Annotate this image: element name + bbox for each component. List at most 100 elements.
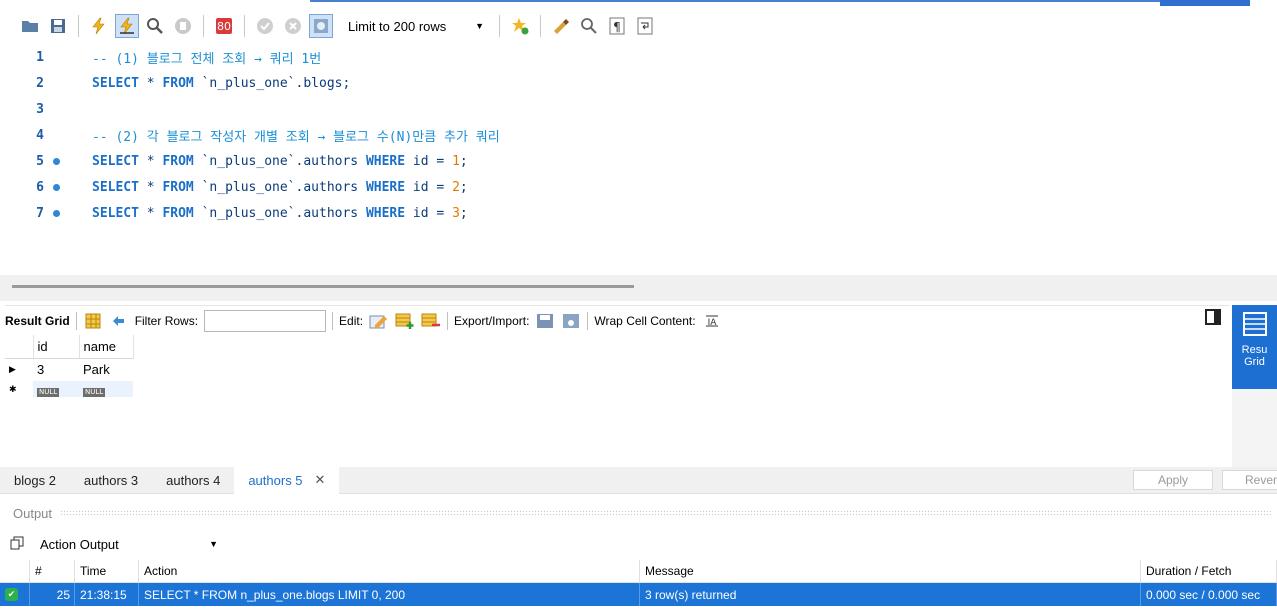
open-folder-icon[interactable] <box>18 14 42 38</box>
result-grid-label[interactable]: Result Grid <box>5 314 70 328</box>
code-comment: -- (2) 각 블로그 작성자 개별 조회 → 블로그 수(N)만큼 추가 쿼… <box>92 129 500 145</box>
code-statement: SELECT * FROM `n_plus_one`.authors WHERE… <box>66 206 468 221</box>
result-grid[interactable]: id name ▶ 3 Park ✱ NULL NULL <box>5 335 134 397</box>
drag-handle[interactable] <box>60 510 1271 516</box>
delete-row-icon[interactable] <box>421 311 441 331</box>
invisible-chars-icon[interactable]: ¶ <box>605 14 629 38</box>
tab-authors-5[interactable]: authors 5 ✕ <box>234 466 340 494</box>
table-row[interactable]: ▶ 3 Park <box>5 358 133 381</box>
toggle-error-icon[interactable]: 80 <box>212 14 236 38</box>
code-text: * <box>138 179 163 195</box>
column-header-id[interactable]: id <box>33 335 80 359</box>
new-row[interactable]: ✱ NULL NULL <box>5 381 133 397</box>
output-table-header: # Time Action Message Duration / Fetch <box>0 560 1277 583</box>
keyword-select: SELECT <box>92 153 139 169</box>
side-panel-scroll[interactable] <box>1232 389 1277 469</box>
output-type-value: Action Output <box>40 536 119 552</box>
keyword-select: SELECT <box>92 205 139 221</box>
cell-id[interactable]: 3 <box>33 358 79 381</box>
scrollbar-thumb[interactable] <box>12 285 634 288</box>
close-icon[interactable]: ✕ <box>315 472 326 488</box>
result-toolbar: Result Grid Filter Rows: Edit: Export/Im… <box>5 305 1230 335</box>
output-row-number: 25 <box>30 583 75 606</box>
cell-name[interactable]: Park <box>79 358 133 381</box>
code-text: ; <box>459 205 468 221</box>
line-number: 7 <box>36 205 44 221</box>
column-header-action: Action <box>139 560 640 583</box>
tab-blogs-2[interactable]: blogs 2 <box>0 467 70 494</box>
keyword-from: FROM <box>162 205 194 221</box>
line-number: 3 <box>36 101 44 117</box>
export-icon[interactable] <box>535 311 555 331</box>
new-row-asterisk-icon: ✱ <box>5 381 33 397</box>
window-top-strip <box>0 0 1277 8</box>
beautify-icon[interactable] <box>549 14 573 38</box>
limit-rows-select[interactable]: Limit to 200 rows ▼ <box>341 15 491 37</box>
wrap-icon[interactable] <box>633 14 657 38</box>
filter-rows-input[interactable] <box>204 309 327 332</box>
toolbar-separator <box>332 311 334 330</box>
editor-horizontal-scrollbar[interactable] <box>0 275 1277 301</box>
code-text: * <box>138 75 163 91</box>
tab-authors-4[interactable]: authors 4 <box>152 467 234 494</box>
svg-text:IA: IA <box>707 318 717 328</box>
side-panel-result-grid[interactable]: Resu Grid <box>1232 305 1277 389</box>
toolbar-separator <box>587 311 589 330</box>
revert-button[interactable]: Rever <box>1222 470 1277 490</box>
code-text: id = <box>405 153 453 169</box>
output-selector-bar: Action Output ▼ <box>10 532 222 556</box>
top-accent-block <box>1160 0 1250 6</box>
code-text: `n_plus_one`.authors <box>193 179 366 195</box>
code-number: 1 <box>452 153 460 169</box>
edit-row-icon[interactable] <box>369 311 389 331</box>
execute-icon[interactable] <box>87 14 111 38</box>
refresh-icon[interactable] <box>109 311 129 331</box>
commit-icon[interactable] <box>253 14 277 38</box>
toolbar-separator <box>244 15 245 37</box>
null-badge: NULL <box>37 387 60 397</box>
output-row[interactable]: ✔ 25 21:38:15 SELECT * FROM n_plus_one.b… <box>0 583 1277 606</box>
editor-line: 5 SELECT * FROM `n_plus_one`.authors WHE… <box>0 148 1277 174</box>
row-header-cell <box>5 335 34 359</box>
rollback-icon[interactable] <box>281 14 305 38</box>
action-output-table: # Time Action Message Duration / Fetch ✔… <box>0 560 1277 606</box>
copy-icon[interactable] <box>10 536 24 553</box>
stop-icon[interactable] <box>171 14 195 38</box>
column-header-name[interactable]: name <box>79 335 134 359</box>
editor-line: 6 SELECT * FROM `n_plus_one`.authors WHE… <box>0 174 1277 200</box>
tab-authors-3[interactable]: authors 3 <box>70 467 152 494</box>
find-icon[interactable] <box>577 14 601 38</box>
output-row-action: SELECT * FROM n_plus_one.blogs LIMIT 0, … <box>139 583 640 606</box>
import-icon[interactable] <box>561 311 581 331</box>
column-header-number: # <box>30 560 75 583</box>
table-header: id name <box>5 335 134 359</box>
output-type-select[interactable]: Action Output ▼ <box>36 533 222 555</box>
grid-view-icon[interactable] <box>83 311 103 331</box>
edit-label: Edit: <box>339 313 364 328</box>
top-accent-line <box>310 0 1160 2</box>
code-text: `n_plus_one`.authors <box>193 153 366 169</box>
cell-new-name[interactable]: NULL <box>79 381 133 397</box>
keyword-where: WHERE <box>365 153 406 169</box>
sql-editor[interactable]: 1 -- (1) 블로그 전체 조회 → 쿼리 1번 2 SELECT * FR… <box>0 44 1277 274</box>
panel-toggle-icon[interactable] <box>1205 309 1221 325</box>
result-table: id name ▶ 3 Park ✱ NULL NULL <box>5 335 134 397</box>
svg-text:80: 80 <box>217 20 231 33</box>
execute-current-icon[interactable] <box>115 14 139 38</box>
code-text: ; <box>459 179 468 195</box>
toolbar-separator <box>540 15 541 37</box>
code-text: * <box>138 153 163 169</box>
apply-button[interactable]: Apply <box>1133 470 1213 490</box>
add-row-icon[interactable] <box>395 311 415 331</box>
explain-icon[interactable] <box>143 14 167 38</box>
code-text: `n_plus_one`.authors <box>193 205 366 221</box>
statement-dot-icon <box>46 157 66 165</box>
result-grid-icon <box>1242 312 1267 336</box>
add-snippet-icon[interactable] <box>508 14 532 38</box>
save-icon[interactable] <box>46 14 70 38</box>
keyword-where: WHERE <box>365 179 406 195</box>
cell-new-id[interactable]: NULL <box>33 381 79 397</box>
output-row-time: 21:38:15 <box>75 583 139 606</box>
autocommit-icon[interactable] <box>309 14 333 38</box>
wrap-cell-icon[interactable]: IA <box>702 311 722 331</box>
